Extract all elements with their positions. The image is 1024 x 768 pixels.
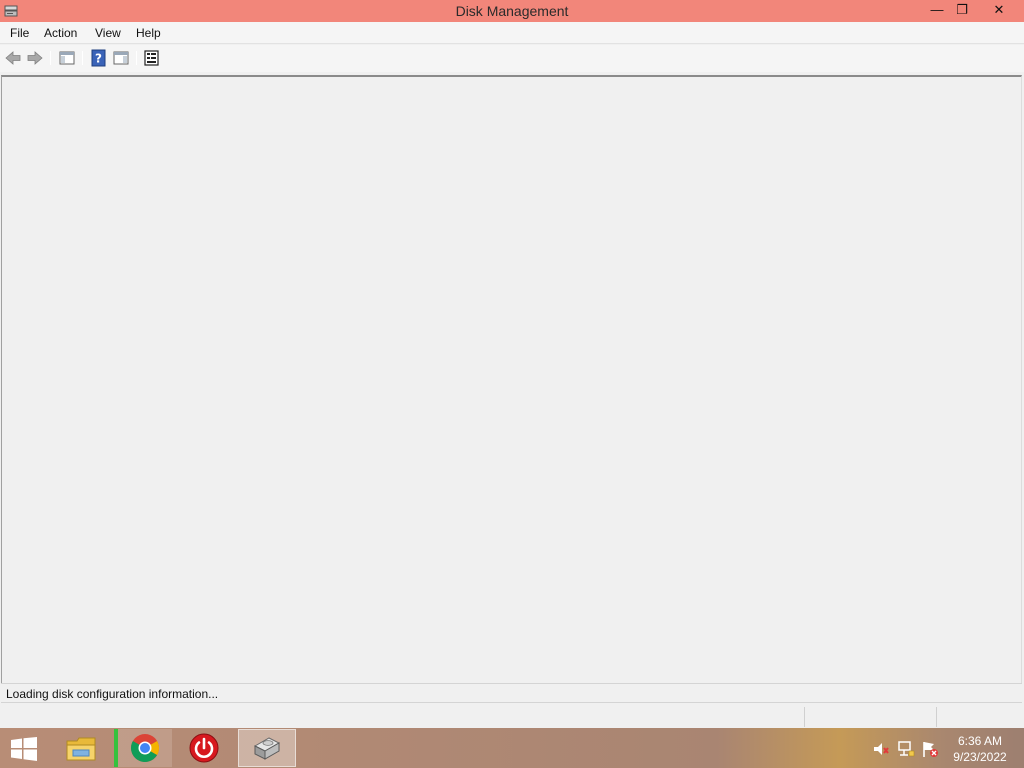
toolbar-separator — [50, 51, 51, 65]
menu-help[interactable]: Help — [136, 26, 161, 40]
volume-muted-icon[interactable] — [872, 740, 890, 758]
status-pane-divider — [936, 707, 937, 727]
title-bar[interactable]: Disk Management — ❐ ✕ — [0, 0, 1024, 22]
file-explorer-icon — [66, 737, 96, 761]
status-bar — [0, 704, 1024, 728]
start-button-windows-icon[interactable] — [10, 737, 38, 761]
toolbar: ? — [0, 45, 1024, 72]
close-button[interactable]: ✕ — [976, 0, 1022, 22]
menu-bar: File Action View Help — [0, 22, 1024, 44]
status-message: Loading disk configuration information..… — [6, 687, 219, 701]
network-icon[interactable] — [897, 740, 915, 758]
disk-management-content-area — [1, 75, 1022, 683]
action-center-icon[interactable] — [921, 740, 939, 758]
help-icon[interactable]: ? — [90, 49, 108, 67]
show-hide-action-pane-icon[interactable] — [112, 49, 130, 67]
menu-file[interactable]: File — [10, 26, 29, 40]
window-title: Disk Management — [455, 3, 569, 19]
properties-icon[interactable] — [143, 49, 161, 67]
restore-button[interactable]: ❐ — [948, 0, 976, 22]
taskbar-chrome[interactable] — [114, 729, 172, 767]
power-app-icon — [189, 733, 219, 763]
taskbar-file-explorer[interactable] — [52, 729, 110, 767]
status-pane-divider — [804, 707, 805, 727]
clock-time[interactable]: 6:36 AM — [950, 734, 1010, 748]
status-message-bar: Loading disk configuration information..… — [1, 683, 1022, 703]
clock-date[interactable]: 9/23/2022 — [950, 750, 1010, 764]
back-icon[interactable] — [4, 49, 22, 67]
taskbar-power-app[interactable] — [176, 729, 234, 767]
menu-action[interactable]: Action — [44, 26, 77, 40]
disk-management-icon — [253, 737, 281, 760]
show-hide-console-tree-icon[interactable] — [58, 49, 76, 67]
svg-text:?: ? — [95, 52, 102, 66]
forward-icon[interactable] — [26, 49, 44, 67]
toolbar-separator — [82, 51, 83, 65]
toolbar-separator — [136, 51, 137, 65]
chrome-icon — [131, 734, 159, 762]
menu-view[interactable]: View — [95, 26, 121, 40]
taskbar-disk-management[interactable] — [238, 729, 296, 767]
taskbar: 6:36 AM 9/23/2022 — [0, 728, 1024, 768]
